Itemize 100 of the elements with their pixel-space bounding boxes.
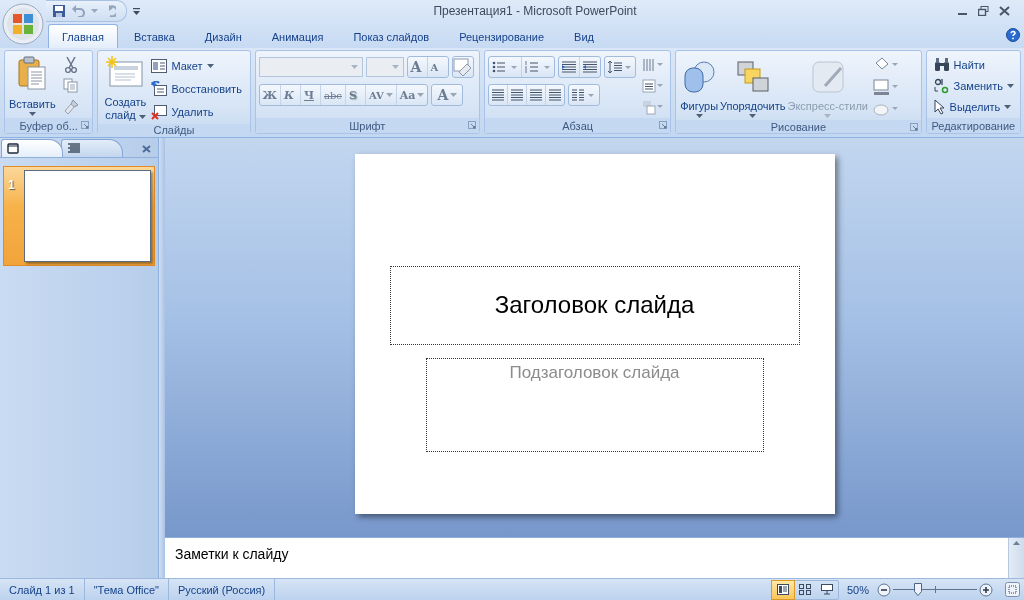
- ribbon-tab[interactable]: Рецензирование: [445, 24, 559, 48]
- ribbon-tab[interactable]: Вставка: [119, 24, 189, 48]
- ribbon-button[interactable]: Фигуры: [679, 54, 720, 120]
- grow-font-button[interactable]: A: [407, 57, 428, 77]
- font-name-field[interactable]: [258, 57, 363, 77]
- new-slide-button[interactable]: Создать слайд: [101, 54, 150, 124]
- help-icon[interactable]: [1006, 28, 1020, 42]
- format-button[interactable]: abc: [320, 85, 346, 105]
- ribbon-button[interactable]: Найти: [933, 54, 1015, 75]
- status-text: Слайд 1 из 1: [0, 579, 85, 600]
- ribbon-tab[interactable]: Вид: [560, 24, 608, 48]
- caret-icon: [91, 9, 98, 13]
- zoom-slider-track[interactable]: [893, 582, 977, 597]
- launcher-icon[interactable]: [659, 121, 668, 129]
- grid-view-icon: [798, 584, 811, 595]
- ribbon-tab[interactable]: Дизайн: [190, 24, 256, 48]
- launcher-icon[interactable]: [468, 121, 477, 129]
- group-label: Редактирование: [931, 119, 1016, 132]
- caret-icon: [391, 65, 399, 69]
- normal-view-button[interactable]: [771, 580, 794, 599]
- clipboard-icon: [17, 56, 48, 90]
- group-label: Рисование: [770, 120, 827, 133]
- arrange-icon: [735, 60, 770, 94]
- caret-icon: [138, 115, 146, 119]
- caret-icon: [824, 114, 832, 118]
- font-color-button[interactable]: A: [432, 85, 463, 105]
- ribbon-button[interactable]: Восстановить: [151, 79, 242, 99]
- ribbon-button[interactable]: Заменить: [933, 76, 1015, 96]
- align-center-icon[interactable]: [508, 85, 528, 105]
- format-button[interactable]: S: [345, 85, 366, 105]
- ribbon-button[interactable]: Удалить: [151, 102, 242, 123]
- title-placeholder[interactable]: Заголовок слайда: [389, 265, 800, 345]
- normal-view-icon: [776, 584, 789, 595]
- ribbon-button[interactable]: Макет: [151, 55, 242, 76]
- cursor-icon: [933, 99, 946, 116]
- ribbon-tab[interactable]: Показ слайдов: [339, 24, 444, 48]
- ribbon-button[interactable]: Выделить: [933, 97, 1015, 118]
- format-button[interactable]: Ж: [259, 85, 281, 105]
- caret-icon: [749, 114, 757, 118]
- pane-tab[interactable]: [61, 139, 123, 157]
- restore-icon[interactable]: [978, 6, 989, 16]
- group-label: Шрифт: [349, 119, 386, 132]
- zoom-slider-thumb[interactable]: [913, 582, 922, 596]
- align-right-icon[interactable]: [527, 85, 547, 105]
- caret-icon: [206, 63, 214, 68]
- zoom-out-icon[interactable]: [877, 582, 891, 597]
- delete-slide-icon: [151, 104, 168, 120]
- caret-icon: [1007, 84, 1015, 88]
- caret-icon: [417, 93, 425, 97]
- fit-window-icon[interactable]: [1005, 582, 1020, 597]
- ribbon-tab[interactable]: Анимация: [257, 24, 338, 48]
- layout-icon: [151, 58, 168, 73]
- zoom-in-icon[interactable]: [979, 582, 993, 597]
- scroll-up-icon[interactable]: [1013, 541, 1020, 545]
- new-slide-icon: [106, 56, 145, 88]
- scissors-icon[interactable]: [63, 56, 78, 73]
- group-label: Буфер об...: [19, 119, 78, 132]
- close-icon[interactable]: [142, 144, 151, 153]
- status-text: "Тема Office": [84, 579, 169, 600]
- font-size-field[interactable]: [365, 57, 404, 77]
- ribbon-button[interactable]: Упорядочить: [719, 54, 787, 120]
- slides-icon: [7, 143, 19, 154]
- window-title: Презентация1 - Microsoft PowerPoint: [433, 4, 637, 18]
- decrease-indent-icon[interactable]: [559, 57, 581, 77]
- save-icon[interactable]: [52, 4, 66, 18]
- format-button[interactable]: Aa: [396, 85, 428, 105]
- launcher-icon[interactable]: [81, 121, 90, 129]
- pane-tab[interactable]: [1, 139, 63, 157]
- launcher-icon[interactable]: [909, 123, 918, 131]
- binoculars-icon: [933, 57, 950, 72]
- brush-icon[interactable]: [62, 99, 79, 116]
- undo-icon[interactable]: [72, 5, 85, 17]
- slide-number: 1: [7, 177, 16, 194]
- customize-icon[interactable]: [133, 7, 140, 15]
- copy-icon[interactable]: [63, 78, 79, 94]
- paste-button[interactable]: Вставить: [8, 54, 57, 118]
- group-label: Абзац: [562, 119, 594, 132]
- zoom-level: 50%: [846, 583, 869, 596]
- format-button[interactable]: Ч: [300, 85, 321, 105]
- shapes-icon: [682, 60, 717, 94]
- close-icon[interactable]: [999, 6, 1010, 16]
- outline-icon: [67, 143, 81, 154]
- caret-icon: [1004, 105, 1012, 110]
- group-label: Слайды: [153, 124, 195, 136]
- quick-styles-icon: [810, 60, 845, 94]
- caret-icon: [695, 114, 703, 118]
- format-button[interactable]: AV: [365, 85, 397, 105]
- shrink-font-button[interactable]: A: [427, 57, 448, 77]
- replace-icon: [933, 78, 950, 94]
- office-button[interactable]: [1, 2, 45, 46]
- clear-format-icon[interactable]: [452, 58, 473, 76]
- ribbon-tab[interactable]: Главная: [48, 24, 118, 48]
- format-button[interactable]: К: [280, 85, 301, 105]
- align-left-icon[interactable]: [489, 85, 509, 105]
- caret-icon: [450, 93, 458, 97]
- outline-icon[interactable]: [870, 77, 901, 97]
- caret-icon: [28, 112, 36, 116]
- projector-icon: [820, 584, 833, 595]
- reset-icon: [151, 81, 168, 97]
- caret-icon: [350, 65, 358, 69]
